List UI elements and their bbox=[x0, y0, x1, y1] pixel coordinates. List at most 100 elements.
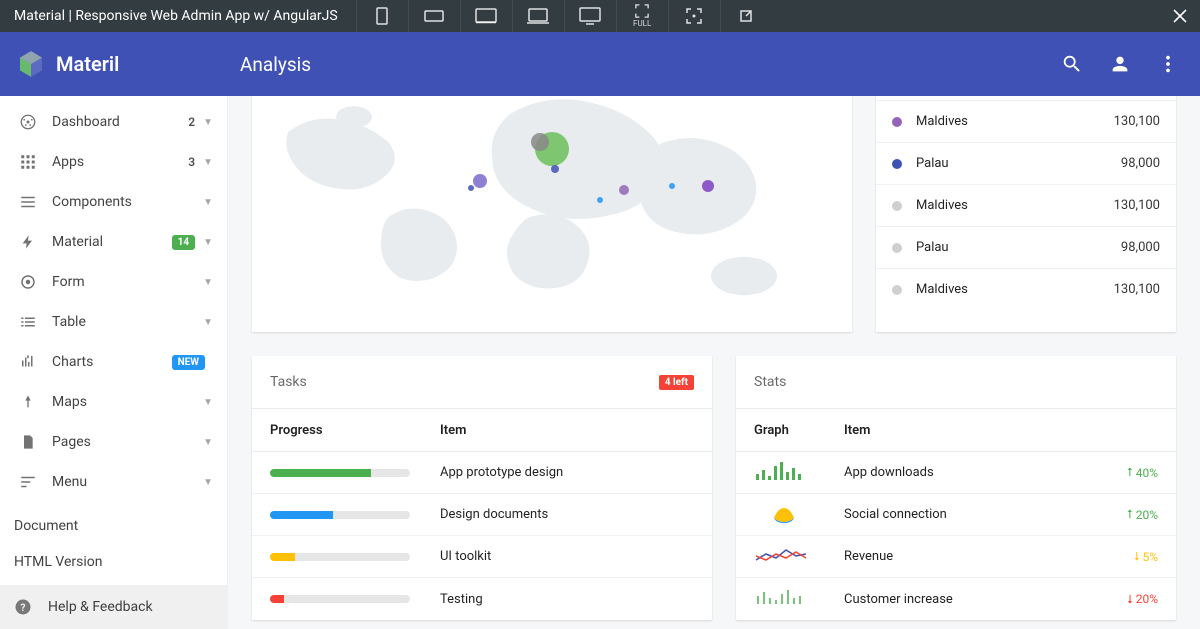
task-row[interactable]: Design documents bbox=[252, 494, 712, 536]
sidebar-item-form[interactable]: Form▼ bbox=[0, 262, 227, 302]
region-name: Maldives bbox=[916, 114, 1114, 129]
region-value: 130,100 bbox=[1114, 114, 1160, 129]
sidebar-item-label: Maps bbox=[52, 394, 203, 410]
map-marker[interactable] bbox=[473, 174, 487, 188]
page-title: Analysis bbox=[228, 53, 311, 76]
chevron-down-icon: ▼ bbox=[203, 397, 213, 408]
sidebar-item-label: Components bbox=[52, 194, 203, 210]
chevron-down-icon: ▼ bbox=[203, 197, 213, 208]
task-item-label: App prototype design bbox=[440, 465, 563, 480]
stat-row[interactable]: Revenue ⭣5% bbox=[736, 536, 1176, 578]
trend-icon: ⭣ bbox=[1134, 549, 1140, 564]
sidebar-item-dashboard[interactable]: Dashboard2▼ bbox=[0, 102, 227, 142]
device-phone-landscape[interactable] bbox=[408, 0, 460, 32]
stat-pct: ⭡20% bbox=[1127, 507, 1158, 522]
task-row[interactable]: UI toolkit bbox=[252, 536, 712, 578]
region-name: Palau bbox=[916, 156, 1121, 171]
chevron-down-icon: ▼ bbox=[203, 317, 213, 328]
chevron-down-icon: ▼ bbox=[203, 477, 213, 488]
task-item-label: Design documents bbox=[440, 507, 548, 522]
task-item-label: Testing bbox=[440, 592, 483, 607]
sidebar-item-table[interactable]: Table▼ bbox=[0, 302, 227, 342]
map-marker[interactable] bbox=[531, 133, 549, 151]
device-tablet[interactable] bbox=[460, 0, 512, 32]
progress-bar bbox=[270, 511, 410, 519]
tasks-title: Tasks bbox=[270, 374, 307, 390]
account-icon[interactable] bbox=[1100, 44, 1140, 84]
region-value: 98,000 bbox=[1121, 156, 1160, 171]
device-laptop[interactable] bbox=[512, 0, 564, 32]
sidebar-item-maps[interactable]: Maps▼ bbox=[0, 382, 227, 422]
regions-card: Marshall Islands130,200Maldives130,100Pa… bbox=[876, 96, 1176, 332]
sidebar-item-apps[interactable]: Apps3▼ bbox=[0, 142, 227, 182]
stat-item-label: Revenue bbox=[844, 549, 893, 564]
sidebar-count: 3 bbox=[188, 155, 195, 169]
preview-title: Material | Responsive Web Admin App w/ A… bbox=[0, 8, 352, 24]
stats-col-item: Item bbox=[844, 423, 870, 438]
sidebar-item-material[interactable]: Material14▼ bbox=[0, 222, 227, 262]
open-new-window-icon[interactable] bbox=[720, 0, 772, 32]
region-row[interactable]: Maldives130,100 bbox=[876, 268, 1176, 310]
device-focus[interactable] bbox=[668, 0, 720, 32]
map-marker[interactable] bbox=[702, 180, 714, 192]
region-dot bbox=[892, 285, 902, 295]
map-marker[interactable] bbox=[551, 165, 559, 173]
sidebar-help-feedback[interactable]: ? Help & Feedback bbox=[0, 585, 227, 629]
region-value: 130,100 bbox=[1114, 282, 1160, 297]
device-phone-portrait[interactable] bbox=[356, 0, 408, 32]
region-row[interactable]: Maldives130,100 bbox=[876, 184, 1176, 226]
sidebar-help-label: Help & Feedback bbox=[48, 599, 153, 615]
sidebar-item-label: Material bbox=[52, 234, 172, 250]
stats-card: Stats Graph Item App downloads⭡40%Social… bbox=[736, 356, 1176, 620]
help-icon: ? bbox=[14, 598, 32, 616]
table-icon bbox=[14, 313, 42, 331]
map-marker[interactable] bbox=[597, 197, 603, 203]
sidebar-item-menu[interactable]: Menu▼ bbox=[0, 462, 227, 502]
sidebar-html-version[interactable]: HTML Version bbox=[0, 544, 227, 580]
task-item-label: UI toolkit bbox=[440, 549, 491, 564]
region-name: Palau bbox=[916, 240, 1121, 255]
apps-icon bbox=[14, 153, 42, 171]
region-row[interactable]: Palau98,000 bbox=[876, 226, 1176, 268]
stat-pct: ⭣5% bbox=[1134, 549, 1158, 564]
sidebar-document[interactable]: Document bbox=[0, 508, 227, 544]
stat-row[interactable]: App downloads⭡40% bbox=[736, 452, 1176, 494]
sidebar-count: 2 bbox=[188, 115, 195, 129]
chevron-down-icon: ▼ bbox=[203, 237, 213, 248]
stat-pct: ⭡40% bbox=[1127, 465, 1158, 480]
map-marker[interactable] bbox=[468, 185, 474, 191]
device-full[interactable]: FULL bbox=[616, 0, 668, 32]
svg-text:?: ? bbox=[20, 601, 25, 614]
sparkline bbox=[754, 460, 844, 486]
list-icon bbox=[14, 193, 42, 211]
map-marker[interactable] bbox=[619, 185, 629, 195]
progress-bar bbox=[270, 553, 410, 561]
sidebar-badge: NEW bbox=[172, 355, 205, 370]
sparkline bbox=[754, 544, 844, 570]
progress-bar bbox=[270, 469, 410, 477]
stat-row[interactable]: Customer increase⭣20% bbox=[736, 578, 1176, 620]
brand-logo-icon bbox=[20, 51, 42, 77]
region-dot bbox=[892, 243, 902, 253]
tasks-left-badge: 4 left bbox=[659, 375, 694, 390]
sidebar-item-charts[interactable]: ChartsNEW bbox=[0, 342, 227, 382]
sidebar-item-label: Apps bbox=[52, 154, 188, 170]
close-icon[interactable] bbox=[1160, 0, 1200, 32]
region-row[interactable]: Palau98,000 bbox=[876, 142, 1176, 184]
chevron-down-icon: ▼ bbox=[203, 437, 213, 448]
sidebar-item-components[interactable]: Components▼ bbox=[0, 182, 227, 222]
more-vert-icon[interactable] bbox=[1148, 44, 1188, 84]
trend-icon: ⭡ bbox=[1127, 465, 1133, 480]
sort-icon bbox=[14, 473, 42, 491]
region-name: Maldives bbox=[916, 198, 1114, 213]
task-row[interactable]: App prototype design bbox=[252, 452, 712, 494]
task-row[interactable]: Testing bbox=[252, 578, 712, 620]
device-desktop[interactable] bbox=[564, 0, 616, 32]
map-marker[interactable] bbox=[669, 183, 675, 189]
search-icon[interactable] bbox=[1052, 44, 1092, 84]
sidebar-item-pages[interactable]: Pages▼ bbox=[0, 422, 227, 462]
region-row[interactable]: Maldives130,100 bbox=[876, 100, 1176, 142]
stat-row[interactable]: Social connection⭡20% bbox=[736, 494, 1176, 536]
stat-pct: ⭣20% bbox=[1127, 592, 1158, 607]
sidebar-item-label: Charts bbox=[52, 354, 172, 370]
